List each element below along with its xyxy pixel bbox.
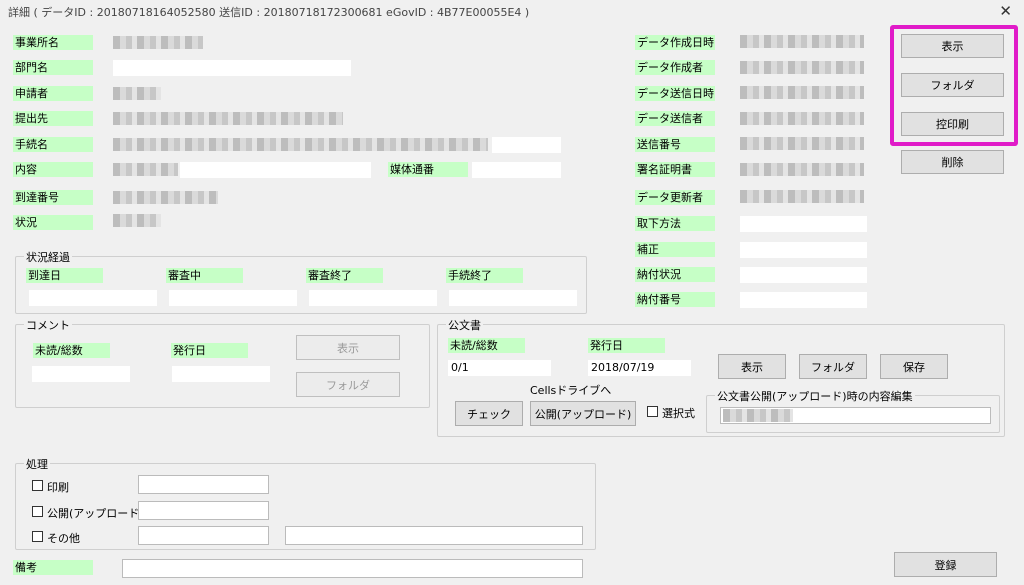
content-value-box — [180, 162, 371, 178]
withdraw-label: 取下方法 — [635, 216, 715, 231]
payment-status-value — [740, 267, 867, 283]
updater-label: データ更新者 — [635, 190, 715, 205]
procedure-value-extra — [492, 137, 561, 153]
review-done-label: 審査終了 — [306, 268, 383, 283]
payment-no-label: 納付番号 — [635, 292, 715, 307]
window-title: 詳細 ( データID : 20180718164052580 送信ID : 20… — [8, 6, 530, 19]
register-button[interactable]: 登録 — [894, 552, 997, 577]
publish-edit-title: 公文書公開(アップロード)時の内容編集 — [715, 388, 915, 404]
medium-no-label: 媒体通番 — [388, 162, 468, 177]
arrival-no-value — [113, 191, 218, 204]
department-value — [113, 60, 351, 76]
other-input[interactable] — [138, 526, 269, 545]
sender-value — [740, 112, 864, 125]
created-at-value — [740, 35, 864, 48]
comment-title: コメント — [24, 317, 72, 333]
processing-group: 処理 印刷 公開(アップロード) その他 — [15, 456, 596, 550]
submit-to-label: 提出先 — [13, 111, 93, 126]
comment-unread-label: 未読/総数 — [33, 343, 110, 358]
comment-unread-value — [32, 366, 130, 382]
reviewing-value — [169, 290, 297, 306]
correction-label: 補正 — [635, 242, 715, 257]
arrival-no-label: 到達番号 — [13, 190, 93, 205]
review-done-value — [309, 290, 437, 306]
check-button[interactable]: チェック — [455, 401, 523, 426]
withdraw-value — [740, 216, 867, 232]
sent-at-value — [740, 86, 864, 99]
creator-label: データ作成者 — [635, 60, 715, 75]
publish-label: 公開(アップロード) — [47, 507, 144, 520]
select-checkbox[interactable] — [647, 406, 658, 417]
comment-issue-date-value — [172, 366, 270, 382]
status-label: 状況 — [13, 215, 93, 230]
official-show-button[interactable]: 表示 — [718, 354, 786, 379]
official-doc-title: 公文書 — [446, 317, 483, 333]
comment-issue-date-label: 発行日 — [171, 343, 248, 358]
publish-checkbox[interactable] — [32, 506, 43, 517]
delete-button[interactable]: 削除 — [901, 150, 1004, 174]
send-no-label: 送信番号 — [635, 137, 715, 152]
updater-value — [740, 190, 864, 203]
office-value — [113, 36, 203, 49]
publish-input[interactable] — [138, 501, 269, 520]
cells-drive-label: Cellsドライブへ — [530, 384, 612, 397]
payment-no-value — [740, 292, 867, 308]
processing-title: 処理 — [24, 456, 50, 472]
procedure-done-value — [449, 290, 577, 306]
print-checkbox[interactable] — [32, 480, 43, 491]
official-unread-label: 未読/総数 — [448, 338, 525, 353]
publish-button[interactable]: 公開(アップロード) — [530, 401, 636, 426]
publish-edit-value — [723, 409, 793, 422]
status-value — [113, 214, 161, 227]
applicant-value — [113, 87, 161, 100]
content-value — [113, 163, 178, 176]
official-issue-date-label: 発行日 — [588, 338, 665, 353]
official-unread-value: 0/1 — [448, 360, 551, 376]
select-label: 選択式 — [662, 407, 695, 420]
official-save-button[interactable]: 保存 — [880, 354, 948, 379]
close-icon[interactable]: ✕ — [999, 2, 1012, 20]
cert-label: 署名証明書 — [635, 162, 715, 177]
creator-value — [740, 61, 864, 74]
department-label: 部門名 — [13, 60, 93, 75]
status-progress-title: 状況経過 — [24, 249, 72, 265]
procedure-done-label: 手続終了 — [446, 268, 523, 283]
submit-to-value — [113, 112, 343, 125]
status-progress-group: 状況経過 到達日 審査中 審査終了 手続終了 — [15, 249, 587, 314]
other-label: その他 — [47, 532, 80, 545]
reviewing-label: 審査中 — [166, 268, 243, 283]
send-no-value — [740, 137, 864, 150]
created-at-label: データ作成日時 — [635, 35, 715, 50]
print-label: 印刷 — [47, 481, 69, 494]
official-doc-group: 公文書 未読/総数 0/1 発行日 2018/07/19 表示 フォルダ 保存 … — [437, 317, 1005, 437]
content-label: 内容 — [13, 162, 93, 177]
show-button[interactable]: 表示 — [901, 34, 1004, 58]
folder-button[interactable]: フォルダ — [901, 73, 1004, 97]
print-copy-button[interactable]: 控印刷 — [901, 112, 1004, 136]
comment-folder-button[interactable]: フォルダ — [296, 372, 400, 397]
other-checkbox[interactable] — [32, 531, 43, 542]
remarks-input[interactable] — [122, 559, 583, 578]
arrival-date-value — [29, 290, 157, 306]
comment-show-button[interactable]: 表示 — [296, 335, 400, 360]
office-label: 事業所名 — [13, 35, 93, 50]
procedure-label: 手続名 — [13, 137, 93, 152]
sent-at-label: データ送信日時 — [635, 86, 715, 101]
sender-label: データ送信者 — [635, 111, 715, 126]
cert-value — [740, 163, 864, 176]
applicant-label: 申請者 — [13, 86, 93, 101]
medium-no-value — [472, 162, 561, 178]
print-input[interactable] — [138, 475, 269, 494]
publish-edit-group: 公文書公開(アップロード)時の内容編集 — [706, 388, 1000, 433]
correction-value — [740, 242, 867, 258]
procedure-value — [113, 138, 488, 151]
remarks-label: 備考 — [13, 560, 93, 575]
payment-status-label: 納付状況 — [635, 267, 715, 282]
official-folder-button[interactable]: フォルダ — [799, 354, 867, 379]
official-issue-date-value: 2018/07/19 — [588, 360, 691, 376]
arrival-date-label: 到達日 — [26, 268, 103, 283]
other-detail-input[interactable] — [285, 526, 583, 545]
comment-group: コメント 未読/総数 発行日 表示 フォルダ — [15, 317, 430, 408]
